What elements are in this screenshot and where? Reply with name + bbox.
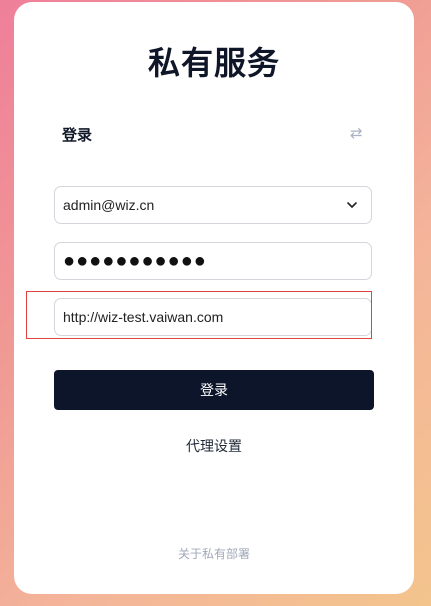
- login-card: 私有服务 登录 ⇄ admin@wiz.cn ●●●●●●●●●●● 登录 代理…: [14, 2, 414, 594]
- about-private-deployment-link[interactable]: 关于私有部署: [14, 545, 414, 562]
- account-value: admin@wiz.cn: [63, 197, 155, 213]
- password-field[interactable]: ●●●●●●●●●●●: [54, 242, 372, 280]
- server-url-field[interactable]: [54, 298, 372, 336]
- swap-arrows-icon[interactable]: ⇄: [350, 124, 363, 142]
- login-button[interactable]: 登录: [54, 370, 374, 410]
- page-title: 私有服务: [147, 45, 280, 81]
- account-select[interactable]: admin@wiz.cn: [54, 186, 372, 224]
- server-url-input[interactable]: [63, 309, 363, 325]
- chevron-down-icon: [347, 202, 357, 208]
- proxy-settings-link[interactable]: 代理设置: [14, 436, 414, 456]
- password-value: ●●●●●●●●●●●: [63, 250, 207, 272]
- login-section-header: 登录: [62, 127, 93, 144]
